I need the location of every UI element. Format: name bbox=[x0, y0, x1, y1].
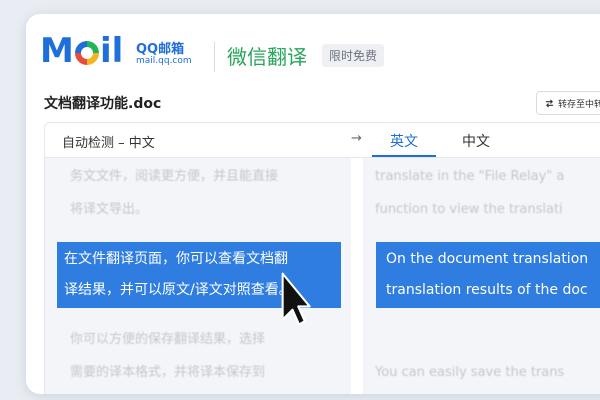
source-faded-line-1: 务文文件，阅读更方便，并且能直接 bbox=[70, 169, 279, 184]
logo-ring-icon bbox=[75, 41, 99, 65]
tab-chinese[interactable]: 中文 bbox=[462, 131, 490, 151]
logo-letters-il: il bbox=[100, 31, 124, 71]
column-divider bbox=[351, 158, 363, 394]
translator-window: M il QQ邮箱 mail.qq.com 微信翻译 限时免费 文档翻译功能.d… bbox=[26, 14, 600, 394]
translation-faded-line-1: translate in the "File Relay" a bbox=[375, 169, 565, 184]
source-faded-line-2: 将译文导出。 bbox=[70, 202, 149, 217]
translation-panel: 自动检测 – 中文 → 英文 中文 务文文件，阅读更方便，并且能直接 将译文导出… bbox=[44, 122, 600, 394]
document-title: 文档翻译功能.doc bbox=[44, 96, 162, 112]
logo-url-text: mail.qq.com bbox=[136, 56, 192, 66]
source-faded-line-4: 需要的译本格式，并将译本保存到 bbox=[70, 365, 266, 380]
logo-letter-m: M bbox=[40, 31, 74, 71]
app-title: 微信翻译 bbox=[227, 45, 307, 69]
logo-qq-mail-text: QQ邮箱 bbox=[136, 42, 185, 57]
qqmail-logo: M il QQ邮箱 mail.qq.com bbox=[40, 32, 208, 72]
free-badge: 限时免费 bbox=[322, 44, 385, 67]
arrow-right-icon: → bbox=[351, 131, 362, 146]
translation-highlighted-paragraph[interactable]: On the document translation translation … bbox=[376, 242, 600, 308]
tab-english[interactable]: 英文 bbox=[390, 131, 418, 151]
qqmail-logo-mark: M il QQ邮箱 mail.qq.com bbox=[40, 32, 208, 72]
mouse-pointer-icon bbox=[281, 272, 311, 326]
source-language-select[interactable]: 自动检测 – 中文 bbox=[62, 132, 155, 151]
translation-highlight-line-2: translation results of the doc bbox=[386, 282, 588, 298]
language-bar: 自动检测 – 中文 → 英文 中文 bbox=[45, 123, 600, 158]
save-to-relay-button[interactable]: 转存至中转 bbox=[536, 91, 600, 115]
transfer-icon bbox=[545, 99, 554, 107]
source-highlight-line-2: 译结果，并可以原文/译文对照查看。 bbox=[64, 282, 293, 298]
active-tab-indicator bbox=[372, 155, 436, 157]
save-button-label: 转存至中转 bbox=[558, 99, 600, 110]
translation-highlight-line-1: On the document translation bbox=[386, 251, 589, 267]
translation-faded-line-2: function to view the translati bbox=[375, 202, 563, 217]
source-faded-line-3: 你可以方便的保存翻译结果，选择 bbox=[70, 332, 266, 347]
translation-faded-line-4: You can easily save the trans bbox=[375, 365, 565, 380]
header-divider bbox=[214, 42, 215, 72]
translation-text-column: translate in the "File Relay" a function… bbox=[363, 158, 600, 394]
source-highlight-line-1: 在文件翻译页面，你可以查看文档翻 bbox=[64, 251, 288, 267]
